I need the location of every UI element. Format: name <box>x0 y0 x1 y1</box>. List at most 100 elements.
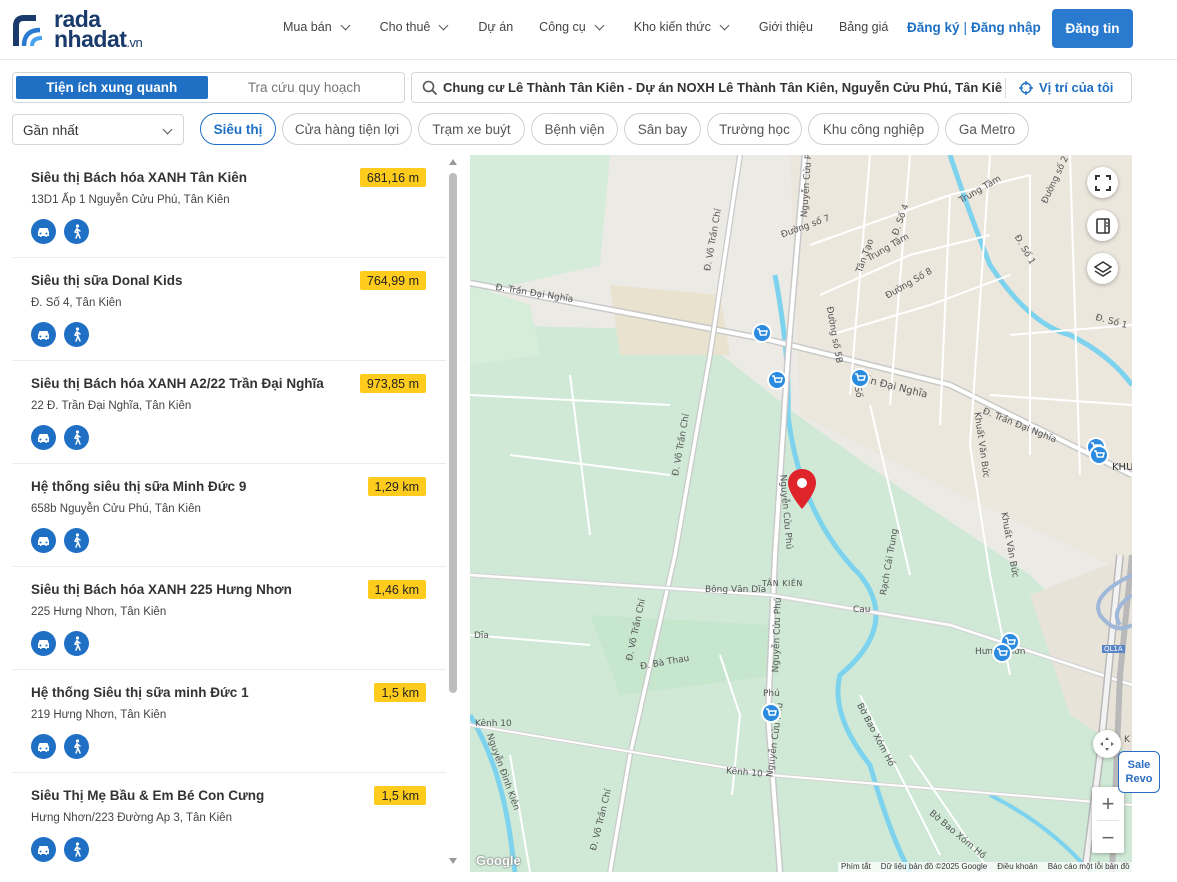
list-item[interactable]: Siêu thị sữa Donal Kids Đ. Số 4, Tân Kiên… <box>12 258 446 361</box>
category-chip-ga-metro[interactable]: Ga Metro <box>945 113 1029 145</box>
place-address: 13D1 Ấp 1 Nguyễn Cửu Phú, Tân Kiên <box>31 194 230 206</box>
driving-directions-button[interactable] <box>31 219 56 244</box>
shopping-cart-icon[interactable] <box>850 368 870 390</box>
walking-directions-button[interactable] <box>64 837 89 862</box>
logo-suffix: .vn <box>126 35 143 50</box>
place-name[interactable]: Siêu Thị Mẹ Bầu & Em Bé Con Cưng <box>31 788 264 803</box>
nav-bang-gia[interactable]: Bảng giá <box>839 20 888 34</box>
place-name[interactable]: Siêu thị sữa Donal Kids <box>31 273 183 288</box>
list-item[interactable]: Siêu thị Bách hóa XANH Tân Kiên 13D1 Ấp 1… <box>12 155 446 258</box>
place-name[interactable]: Siêu thị Bách hóa XANH A2/22 Trần Đại Ng… <box>31 376 324 391</box>
nav-du-an[interactable]: Dự án <box>478 20 513 34</box>
list-item[interactable]: Siêu Thị Mẹ Bầu & Em Bé Con Cưng Hưng Nhơ… <box>12 773 446 872</box>
auth-separator: | <box>963 20 968 35</box>
place-name[interactable]: Hệ thống siêu thị sữa Minh Đức 9 <box>31 479 246 494</box>
legend-button[interactable] <box>1087 210 1118 241</box>
list-item[interactable]: Siêu thị Bách hóa XANH A2/22 Trần Đại Ng… <box>12 361 446 464</box>
shopping-cart-icon[interactable] <box>761 703 781 725</box>
chevron-down-icon <box>594 20 605 30</box>
walking-directions-button[interactable] <box>64 425 89 450</box>
walking-directions-button[interactable] <box>64 631 89 656</box>
layers-button[interactable] <box>1087 253 1118 284</box>
map-label: TÂN KIÊN <box>762 579 803 588</box>
my-location-button[interactable]: Vị trí của tôi <box>1019 80 1113 95</box>
nav-label: Giới thiệu <box>758 20 813 34</box>
place-name[interactable]: Hệ thống Siêu thị sữa minh Đức 1 <box>31 685 249 700</box>
sort-value: Gần nhất <box>23 123 79 138</box>
map-view[interactable]: Đ. Trần Đại Nghĩa Trần Đại Nghĩa Đ. Trần… <box>470 155 1132 872</box>
category-chip-cua-hang-tien-loi[interactable]: Cửa hàng tiện lợi <box>282 113 412 145</box>
shopping-cart-icon[interactable] <box>992 643 1012 665</box>
tab-planning-lookup[interactable]: Tra cứu quy hoạch <box>208 76 402 99</box>
place-name[interactable]: Siêu thị Bách hóa XANH Tân Kiên <box>31 170 247 185</box>
sort-select[interactable]: Gần nhất <box>12 114 184 145</box>
walk-icon <box>73 533 81 548</box>
scroll-down-arrow-icon[interactable] <box>449 858 457 864</box>
nav-label: Kho kiến thức <box>633 20 711 34</box>
results-list: Siêu thị Bách hóa XANH Tân Kiên 13D1 Ấp 1… <box>12 155 446 872</box>
driving-directions-button[interactable] <box>31 631 56 656</box>
walking-directions-button[interactable] <box>64 528 89 553</box>
search-icon <box>422 80 438 96</box>
walking-directions-button[interactable] <box>64 734 89 759</box>
zoom-control: + − <box>1092 787 1124 853</box>
nav-cho-thue[interactable]: Cho thuê <box>379 20 449 34</box>
list-scrollbar[interactable] <box>446 155 460 872</box>
map-label: Phú <box>763 689 780 699</box>
report-error-link[interactable]: Báo cáo một lỗi bản đồ <box>1048 862 1130 872</box>
list-item[interactable]: Hệ thống siêu thị sữa Minh Đức 9 658b Ngu… <box>12 464 446 567</box>
logo[interactable]: rada nhadat.vn <box>12 8 162 52</box>
location-pin-icon[interactable] <box>787 468 817 510</box>
driving-directions-button[interactable] <box>31 425 56 450</box>
category-chip-benh-vien[interactable]: Bệnh viện <box>531 113 618 145</box>
place-name[interactable]: Siêu thị Bách hóa XANH 225 Hưng Nhơn <box>31 582 292 597</box>
shopping-cart-icon[interactable] <box>767 370 787 392</box>
keyboard-shortcuts-link[interactable]: Phím tắt <box>841 862 871 872</box>
shopping-cart-icon[interactable] <box>1089 445 1109 467</box>
list-item[interactable]: Siêu thị Bách hóa XANH 225 Hưng Nhơn 225 … <box>12 567 446 670</box>
nav-kho-kien-thuc[interactable]: Kho kiến thức <box>633 20 730 34</box>
nav-gioi-thieu[interactable]: Giới thiệu <box>759 20 813 34</box>
terms-link[interactable]: Điều khoản <box>997 862 1037 872</box>
category-chip-sieu-thi[interactable]: Siêu thị <box>200 113 276 145</box>
category-chip-truong-hoc[interactable]: Trường học <box>707 113 802 145</box>
sale-revo-widget[interactable]: Sale Revo <box>1118 751 1160 793</box>
place-address: 219 Hưng Nhơn, Tân Kiên <box>31 709 167 721</box>
my-location-label: Vị trí của tôi <box>1039 80 1114 95</box>
google-logo: Google <box>476 853 521 868</box>
map-label: KHU <box>1112 462 1132 473</box>
tab-nearby-amenities[interactable]: Tiện ích xung quanh <box>16 76 208 99</box>
main-nav: Mua bán Cho thuê Dự án Công cụ Kho kiến … <box>283 20 914 34</box>
fullscreen-button[interactable] <box>1087 167 1118 198</box>
search-input[interactable]: Chung cư Lê Thành Tân Kiên - Dự án NOXH … <box>443 80 1003 95</box>
register-link[interactable]: Đăng ký <box>907 20 960 35</box>
shopping-cart-icon[interactable] <box>752 323 772 345</box>
distance-badge: 1,46 km <box>367 580 426 599</box>
list-item[interactable]: Hệ thống Siêu thị sữa minh Đức 1 219 Hưng… <box>12 670 446 773</box>
scroll-up-arrow-icon[interactable] <box>449 159 457 165</box>
category-chip-khu-cong-nghiep[interactable]: Khu công nghiệp <box>808 113 939 145</box>
logo-text-line2: nhadat <box>54 26 127 52</box>
category-chip-tram-xe-buyt[interactable]: Trạm xe buýt <box>418 113 525 145</box>
category-chip-san-bay[interactable]: Sân bay <box>624 113 701 145</box>
distance-badge: 1,29 km <box>367 477 426 496</box>
map-data-credit: Dữ liệu bản đồ ©2025 Google <box>880 862 988 871</box>
walking-directions-button[interactable] <box>64 219 89 244</box>
post-listing-button[interactable]: Đăng tin <box>1052 9 1133 48</box>
scrollbar-thumb[interactable] <box>449 173 457 693</box>
driving-directions-button[interactable] <box>31 322 56 347</box>
nav-mua-ban[interactable]: Mua bán <box>283 20 351 34</box>
driving-directions-button[interactable] <box>31 528 56 553</box>
zoom-in-button[interactable]: + <box>1092 787 1124 820</box>
walk-icon <box>73 842 81 857</box>
car-icon <box>38 433 49 443</box>
driving-directions-button[interactable] <box>31 734 56 759</box>
nav-label: Cho thuê <box>379 20 431 34</box>
recenter-button[interactable] <box>1093 730 1121 758</box>
walking-directions-button[interactable] <box>64 322 89 347</box>
nav-cong-cu[interactable]: Công cụ <box>539 20 605 34</box>
login-link[interactable]: Đăng nhập <box>971 20 1041 35</box>
distance-badge: 973,85 m <box>359 374 426 393</box>
zoom-out-button[interactable]: − <box>1092 821 1124 854</box>
driving-directions-button[interactable] <box>31 837 56 862</box>
